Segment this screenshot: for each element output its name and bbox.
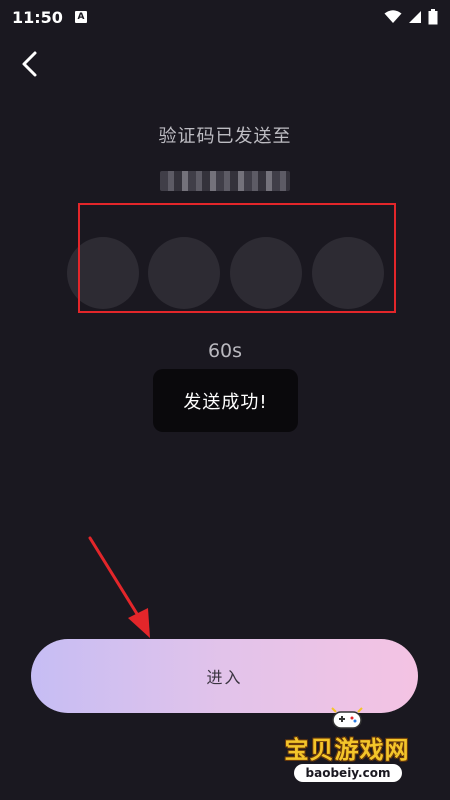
enter-button[interactable]: 进入: [31, 639, 418, 713]
back-button[interactable]: [12, 46, 48, 82]
status-bar: 11:50 A: [0, 0, 450, 34]
wifi-icon: [384, 10, 402, 23]
status-icons: [384, 9, 438, 25]
annotation-arrow-icon: [88, 536, 150, 638]
toast-message: 发送成功!: [153, 369, 298, 432]
notification-a-icon: A: [74, 11, 87, 23]
watermark: 宝贝游戏网 baobeiy.com: [272, 706, 422, 784]
gamepad-logo-icon: [331, 707, 363, 729]
signal-icon: [409, 11, 421, 23]
resend-countdown: 60s: [207, 340, 243, 362]
verification-screen: 11:50 A 验证码已发送至 60s 发送成功! 进入 宝贝游戏网 baobe…: [0, 0, 450, 800]
status-time: 11:50: [12, 7, 63, 27]
chevron-left-icon: [22, 51, 37, 77]
watermark-title: 宝贝游戏网: [284, 736, 410, 764]
annotation-highlight-box: [78, 203, 396, 313]
phone-number-blur: [160, 171, 290, 191]
phone-number: [0, 170, 450, 191]
battery-icon: [428, 9, 438, 25]
watermark-url: baobeiy.com: [294, 764, 402, 782]
page-title: 验证码已发送至: [158, 126, 292, 147]
